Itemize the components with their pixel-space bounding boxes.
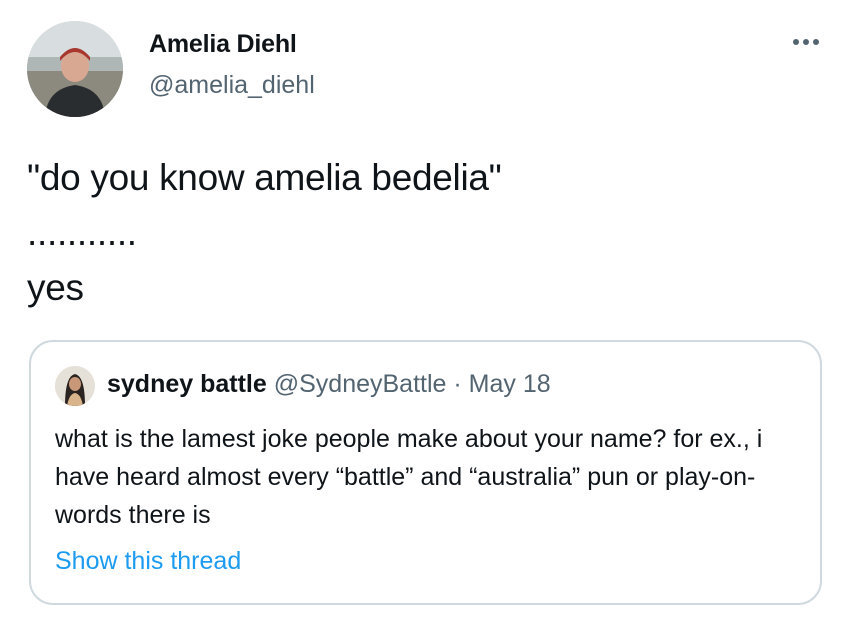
show-thread-link[interactable]: Show this thread xyxy=(55,547,241,576)
quoted-tweet-card[interactable]: sydney battle @SydneyBattle · May 18 wha… xyxy=(29,340,822,605)
more-options-icon[interactable] xyxy=(788,30,824,54)
quoted-author-name: sydney battle xyxy=(107,370,267,398)
quoted-tweet-date: May 18 xyxy=(468,370,551,398)
quoted-tweet-header: sydney battle @SydneyBattle · May 18 xyxy=(107,370,551,399)
quoted-author-handle: @SydneyBattle xyxy=(273,370,447,398)
header-separator: · xyxy=(453,370,462,398)
author-handle[interactable]: @amelia_diehl xyxy=(149,71,315,100)
quoted-tweet-text: what is the lamest joke people make abou… xyxy=(55,425,763,529)
author-avatar[interactable] xyxy=(27,21,123,117)
quoted-author-avatar xyxy=(55,366,95,406)
author-display-name[interactable]: Amelia Diehl xyxy=(149,30,297,59)
tweet: Amelia Diehl @amelia_diehl "do you know … xyxy=(0,0,854,634)
tweet-text: "do you know amelia bedelia" ...........… xyxy=(27,157,502,308)
